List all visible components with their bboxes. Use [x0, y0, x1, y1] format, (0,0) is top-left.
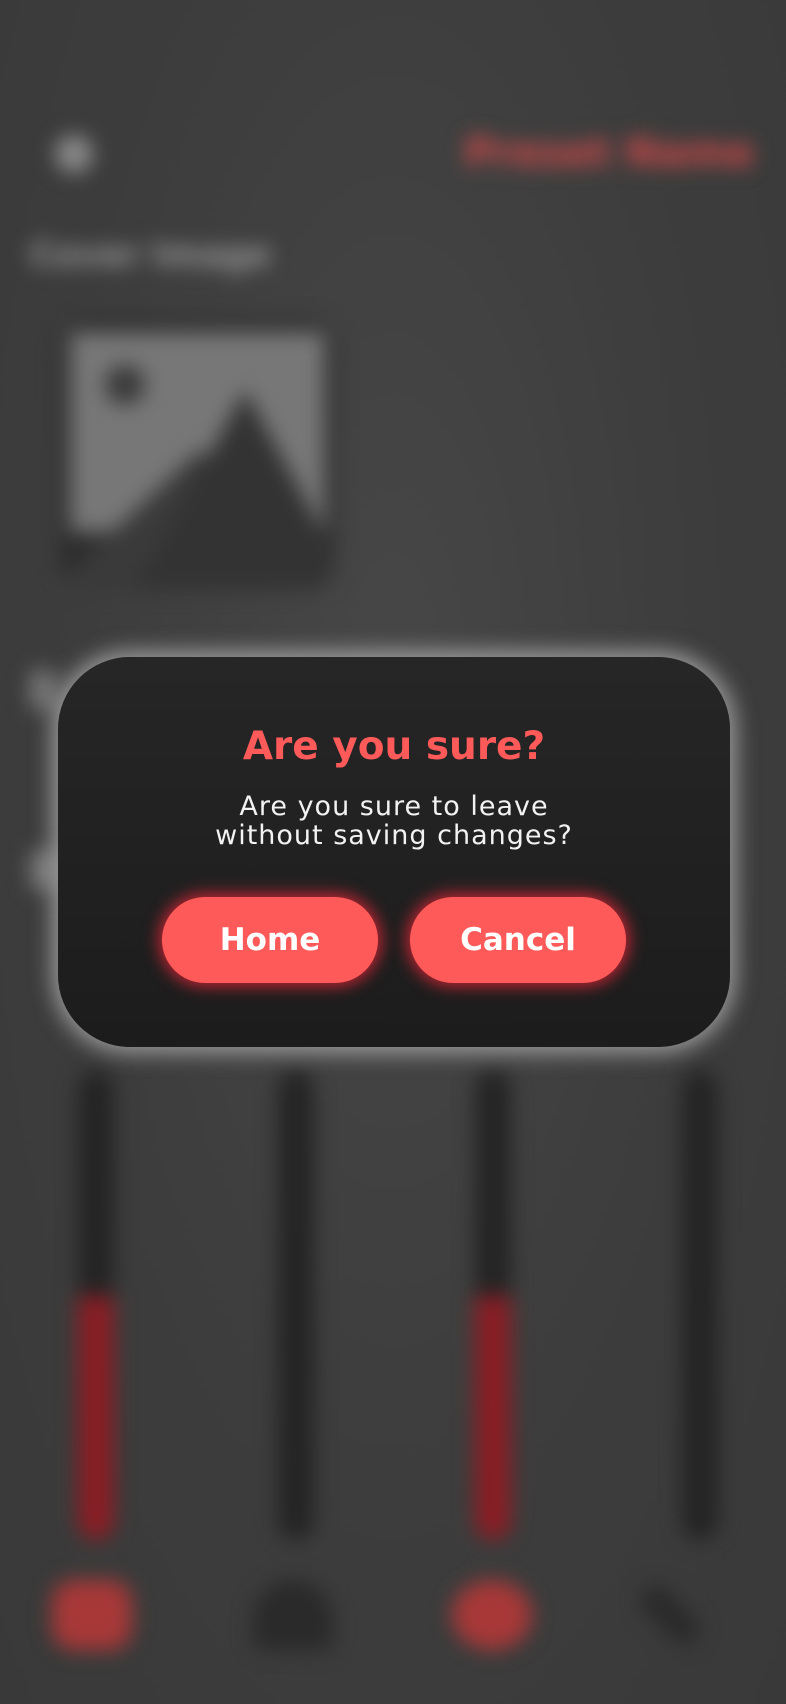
- slider-fill: [78, 1295, 114, 1540]
- sun-shape: [105, 365, 145, 405]
- section-marker: [30, 850, 56, 890]
- dialog-message-line-1: Are you sure to leave: [239, 791, 549, 822]
- mountain-shape: [60, 450, 335, 590]
- mountain-shape-2: [135, 390, 335, 590]
- cover-image-placeholder: [60, 320, 335, 590]
- slider-fill: [475, 1295, 511, 1540]
- tab-camera-icon: [452, 1580, 532, 1650]
- tab-sliders-icon: [52, 1580, 132, 1650]
- dialog-title: Are you sure?: [242, 724, 546, 769]
- back-icon: [55, 135, 93, 173]
- slider-track: [278, 1070, 314, 1540]
- dialog-message: Are you sure to leave without saving cha…: [98, 792, 690, 850]
- tab-edit-icon: [634, 1579, 706, 1651]
- image-placeholder-icon: [70, 332, 325, 532]
- slider-track: [682, 1070, 718, 1540]
- section-marker: [30, 670, 56, 710]
- preset-name-title: Preset Name: [464, 130, 754, 176]
- slider-track: [78, 1070, 114, 1540]
- home-button[interactable]: Home: [162, 897, 378, 983]
- confirm-leave-dialog: Are you sure? Are you sure to leave with…: [58, 657, 730, 1047]
- slider-track: [475, 1070, 511, 1540]
- cover-image-label: Cover Image: [30, 235, 271, 275]
- cancel-button[interactable]: Cancel: [410, 897, 626, 983]
- dialog-message-line-2: without saving changes?: [215, 820, 573, 851]
- tab-home-icon: [253, 1580, 333, 1650]
